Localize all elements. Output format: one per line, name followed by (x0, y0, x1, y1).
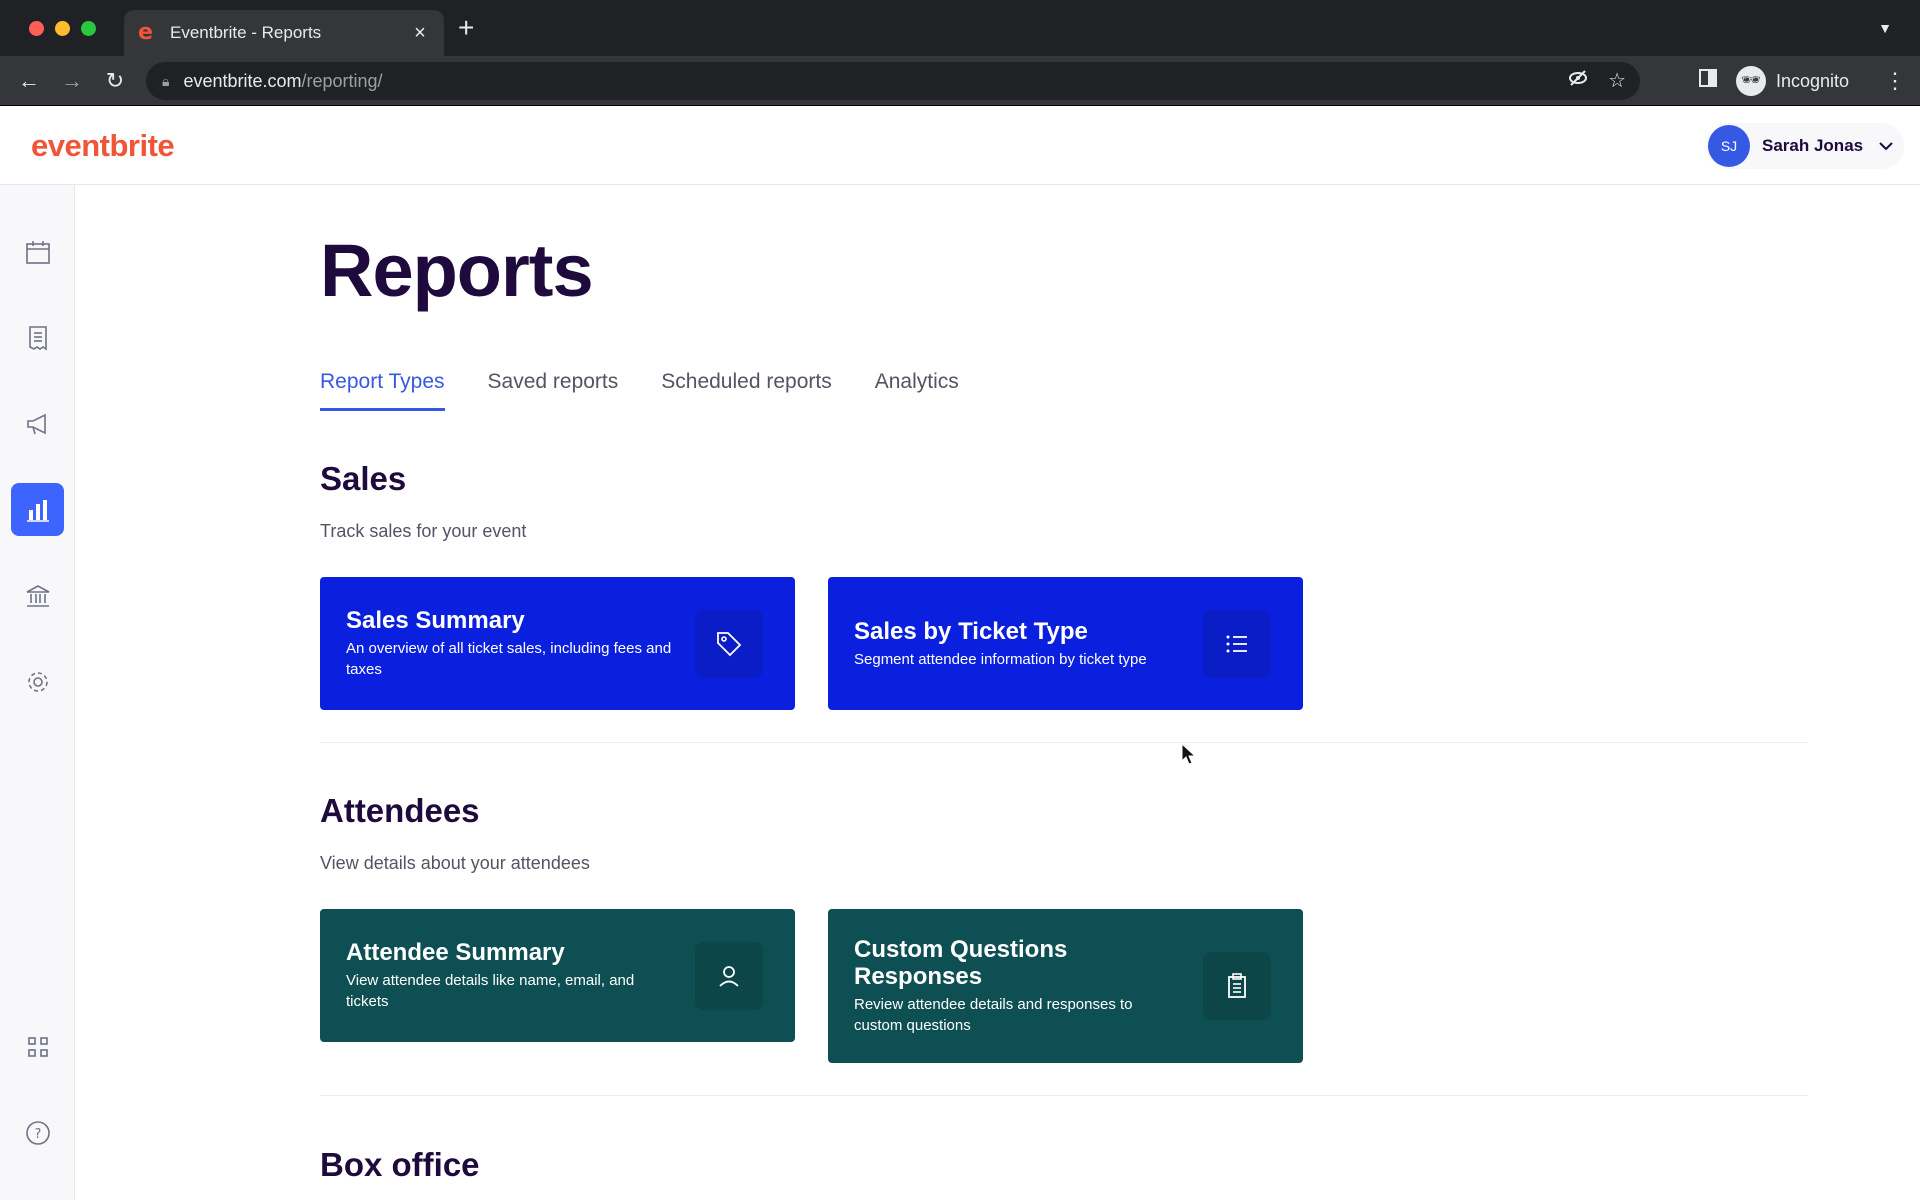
avatar: SJ (1708, 125, 1750, 167)
bank-icon (26, 584, 49, 607)
megaphone-icon (26, 413, 46, 434)
reload-icon[interactable]: ↻ (100, 66, 130, 96)
card-description: An overview of all ticket sales, includi… (346, 640, 672, 678)
user-name: Sarah Jonas (1762, 136, 1864, 155)
card-description: View attendee details like name, email, … (346, 972, 635, 1010)
left-nav-rail: ? (0, 185, 75, 1200)
nav-finance[interactable] (11, 569, 64, 622)
tab-saved-reports[interactable]: Saved reports (488, 370, 619, 411)
card-title: Sales by Ticket Type (854, 617, 1088, 645)
window-close-button[interactable] (29, 21, 44, 36)
sales-summary-card[interactable]: Sales Summary An overview of all ticket … (320, 577, 795, 710)
section-divider (320, 742, 1808, 743)
person-icon (695, 941, 763, 1010)
address-bar[interactable]: 🔒︎ eventbrite.com/reporting/ ☆ (146, 62, 1640, 100)
card-title: Custom Questions Responses (854, 936, 1068, 990)
calendar-icon (25, 240, 50, 264)
page-title: Reports (320, 229, 594, 312)
gear-icon (27, 671, 48, 692)
report-tabs: Report Types Saved reports Scheduled rep… (320, 370, 959, 411)
tag-icon (695, 609, 763, 678)
clipboard-icon (1203, 952, 1271, 1020)
apps-grid-icon (27, 1036, 48, 1057)
nav-reports[interactable] (11, 483, 64, 536)
browser-toolbar: ← → ↻ 🔒︎ eventbrite.com/reporting/ ☆ 🕶︎ … (0, 56, 1920, 106)
attendees-section-subtitle: View details about your attendees (320, 853, 590, 873)
nav-orders[interactable] (11, 311, 64, 364)
sales-section-subtitle: Track sales for your event (320, 521, 527, 541)
url-host: eventbrite.com (183, 70, 302, 91)
svg-text:?: ? (34, 1127, 41, 1142)
tab-search-chevron-icon[interactable]: ▼ (1878, 20, 1892, 36)
tab-title: Eventbrite - Reports (170, 23, 322, 42)
url-path: /reporting/ (301, 70, 383, 91)
nav-events[interactable] (11, 225, 64, 278)
nav-apps[interactable] (11, 1020, 64, 1073)
back-arrow-icon[interactable]: ← (14, 66, 44, 96)
chevron-down-icon (1879, 138, 1893, 154)
nav-marketing[interactable] (11, 397, 64, 450)
custom-questions-responses-card[interactable]: Custom Questions Responses Review attend… (828, 909, 1303, 1063)
eventbrite-logo[interactable]: eventbrite (31, 128, 175, 164)
user-menu-button[interactable]: SJ Sarah Jonas (1706, 123, 1904, 169)
bookmark-star-icon[interactable]: ☆ (1608, 68, 1626, 94)
tab-scheduled-reports[interactable]: Scheduled reports (661, 370, 831, 411)
eventbrite-favicon-icon: e (138, 20, 153, 45)
attendee-summary-card[interactable]: Attendee Summary View attendee details l… (320, 909, 795, 1042)
tab-report-types[interactable]: Report Types (320, 370, 445, 411)
browser-menu-icon[interactable]: ⋮ (1884, 68, 1906, 94)
nav-settings[interactable] (11, 655, 64, 708)
card-title: Attendee Summary (346, 939, 565, 966)
help-icon: ? (25, 1120, 50, 1145)
nav-help[interactable]: ? (11, 1106, 64, 1159)
orders-icon (28, 325, 47, 350)
bar-chart-icon (26, 499, 49, 522)
card-description: Segment attendee information by ticket t… (854, 650, 1147, 668)
card-title: Sales Summary (346, 607, 525, 634)
browser-tab-bar: e Eventbrite - Reports × + ▼ (0, 0, 1920, 56)
browser-tab[interactable]: e Eventbrite - Reports × (124, 10, 444, 56)
incognito-indicator[interactable]: 🕶︎ Incognito (1736, 63, 1849, 99)
list-icon (1203, 609, 1271, 678)
incognito-label: Incognito (1776, 70, 1850, 91)
side-panel-icon[interactable] (1698, 68, 1718, 94)
attendees-section-title: Attendees (320, 792, 480, 829)
card-description: Review attendee details and responses to… (854, 996, 1133, 1034)
incognito-icon: 🕶︎ (1736, 66, 1766, 96)
window-maximize-button[interactable] (81, 21, 96, 36)
tab-analytics[interactable]: Analytics (875, 370, 959, 411)
window-minimize-button[interactable] (55, 21, 70, 36)
sales-section-title: Sales (320, 460, 407, 497)
box-office-section-title: Box office (320, 1146, 480, 1183)
sales-by-ticket-type-card[interactable]: Sales by Ticket Type Segment attendee in… (828, 577, 1303, 710)
forward-arrow-icon[interactable]: → (57, 66, 87, 96)
tab-close-icon[interactable]: × (410, 22, 430, 45)
tracking-eye-slash-icon[interactable] (1568, 68, 1588, 94)
app-header: eventbrite SJ Sarah Jonas (0, 106, 1920, 185)
lock-icon: 🔒︎ (162, 72, 170, 89)
new-tab-button[interactable]: + (458, 14, 474, 42)
section-divider (320, 1095, 1808, 1096)
